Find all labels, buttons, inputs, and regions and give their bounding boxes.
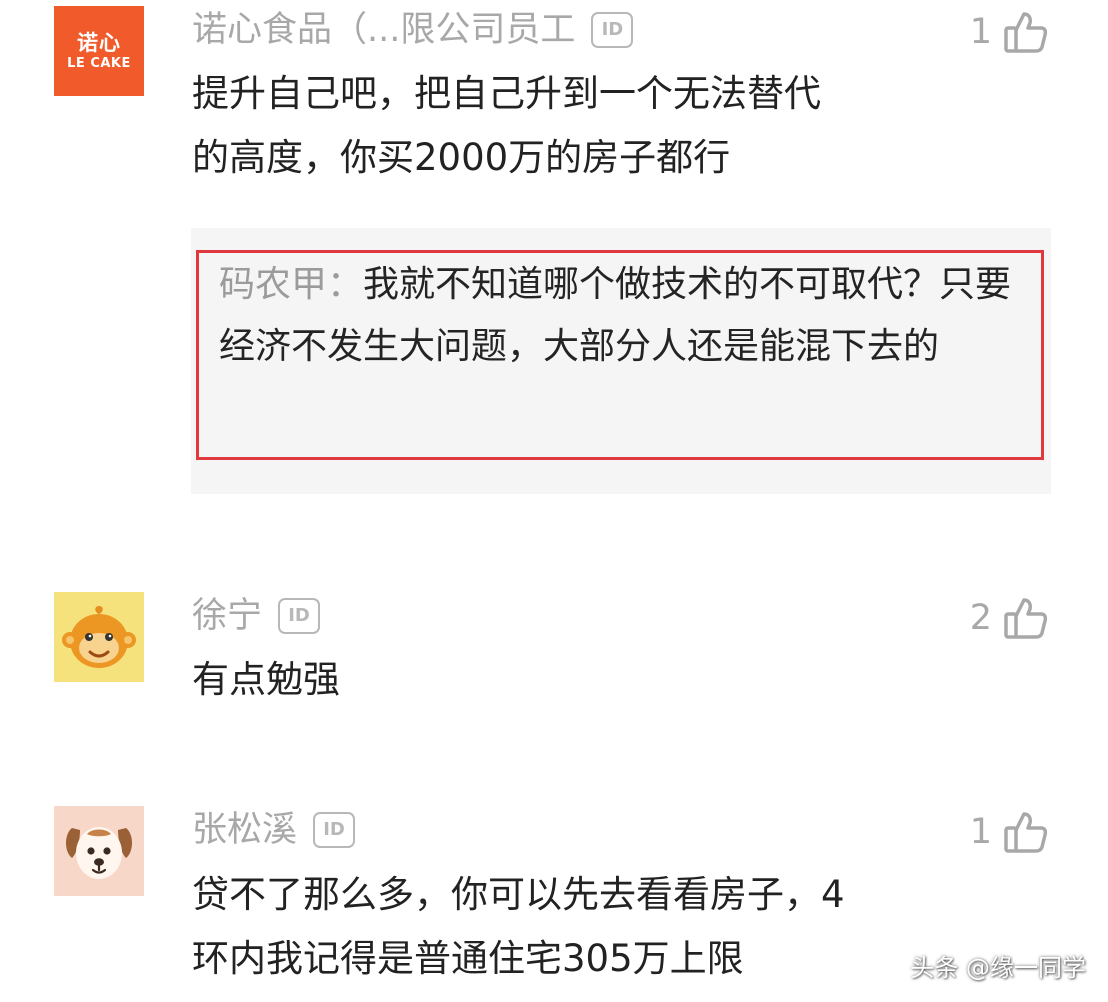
- reply-text: 码农甲：我就不知道哪个做技术的不可取代？只要经济不发生大问题，大部分人还是能混下…: [219, 254, 1019, 378]
- commenter-name[interactable]: 张松溪: [192, 810, 297, 850]
- comment-line: 有点勉强: [192, 658, 340, 701]
- cartoon-monkey-avatar: [54, 592, 144, 682]
- thumbs-up-icon: [1004, 812, 1048, 853]
- like-count: 1: [969, 11, 992, 52]
- like-count: 2: [969, 597, 992, 638]
- like-button[interactable]: 2: [970, 594, 1050, 642]
- commenter-avatar[interactable]: [54, 592, 144, 682]
- like-count: 1: [969, 811, 992, 852]
- comment-header: 诺心食品（...限公司员工 ID: [192, 10, 634, 50]
- id-badge: ID: [278, 598, 321, 635]
- watermark: 头条 @缘一同学: [910, 954, 1086, 982]
- comment-text: 有点勉强: [192, 648, 340, 712]
- reply-author[interactable]: 码农甲：: [219, 264, 363, 305]
- commenter-name[interactable]: 诺心食品（...限公司员工: [192, 10, 575, 50]
- comment-line: 的高度，你买2000万的房子都行: [192, 136, 731, 179]
- comment-text: 贷不了那么多，你可以先去看看房子，4 环内我记得是普通住宅305万上限: [192, 863, 845, 991]
- comment-line: 提升自己吧，把自己升到一个无法替代: [192, 72, 821, 115]
- commenter-name[interactable]: 徐宁: [192, 596, 262, 636]
- cartoon-dog-avatar: [54, 806, 144, 896]
- id-badge: ID: [591, 12, 634, 49]
- logo-en-text: LE CAKE: [67, 55, 131, 71]
- logo-cn-text: 诺心: [77, 30, 121, 55]
- like-button[interactable]: 1: [970, 808, 1050, 856]
- reply-preview-box[interactable]: 码农甲：我就不知道哪个做技术的不可取代？只要经济不发生大问题，大部分人还是能混下…: [191, 228, 1051, 494]
- commenter-avatar[interactable]: [54, 806, 144, 896]
- comment-header: 张松溪 ID: [192, 810, 356, 850]
- thumbs-up-icon: [1004, 12, 1048, 53]
- thumbs-up-icon: [1004, 598, 1048, 639]
- comment-header: 徐宁 ID: [192, 596, 321, 636]
- id-badge: ID: [313, 812, 356, 849]
- le-cake-logo: 诺心 LE CAKE: [54, 6, 144, 96]
- comment-line: 贷不了那么多，你可以先去看看房子，4: [192, 873, 845, 916]
- comment-text: 提升自己吧，把自己升到一个无法替代 的高度，你买2000万的房子都行: [192, 62, 821, 190]
- commenter-avatar[interactable]: 诺心 LE CAKE: [54, 6, 144, 96]
- comment-line: 环内我记得是普通住宅305万上限: [192, 937, 744, 980]
- like-button[interactable]: 1: [970, 8, 1050, 56]
